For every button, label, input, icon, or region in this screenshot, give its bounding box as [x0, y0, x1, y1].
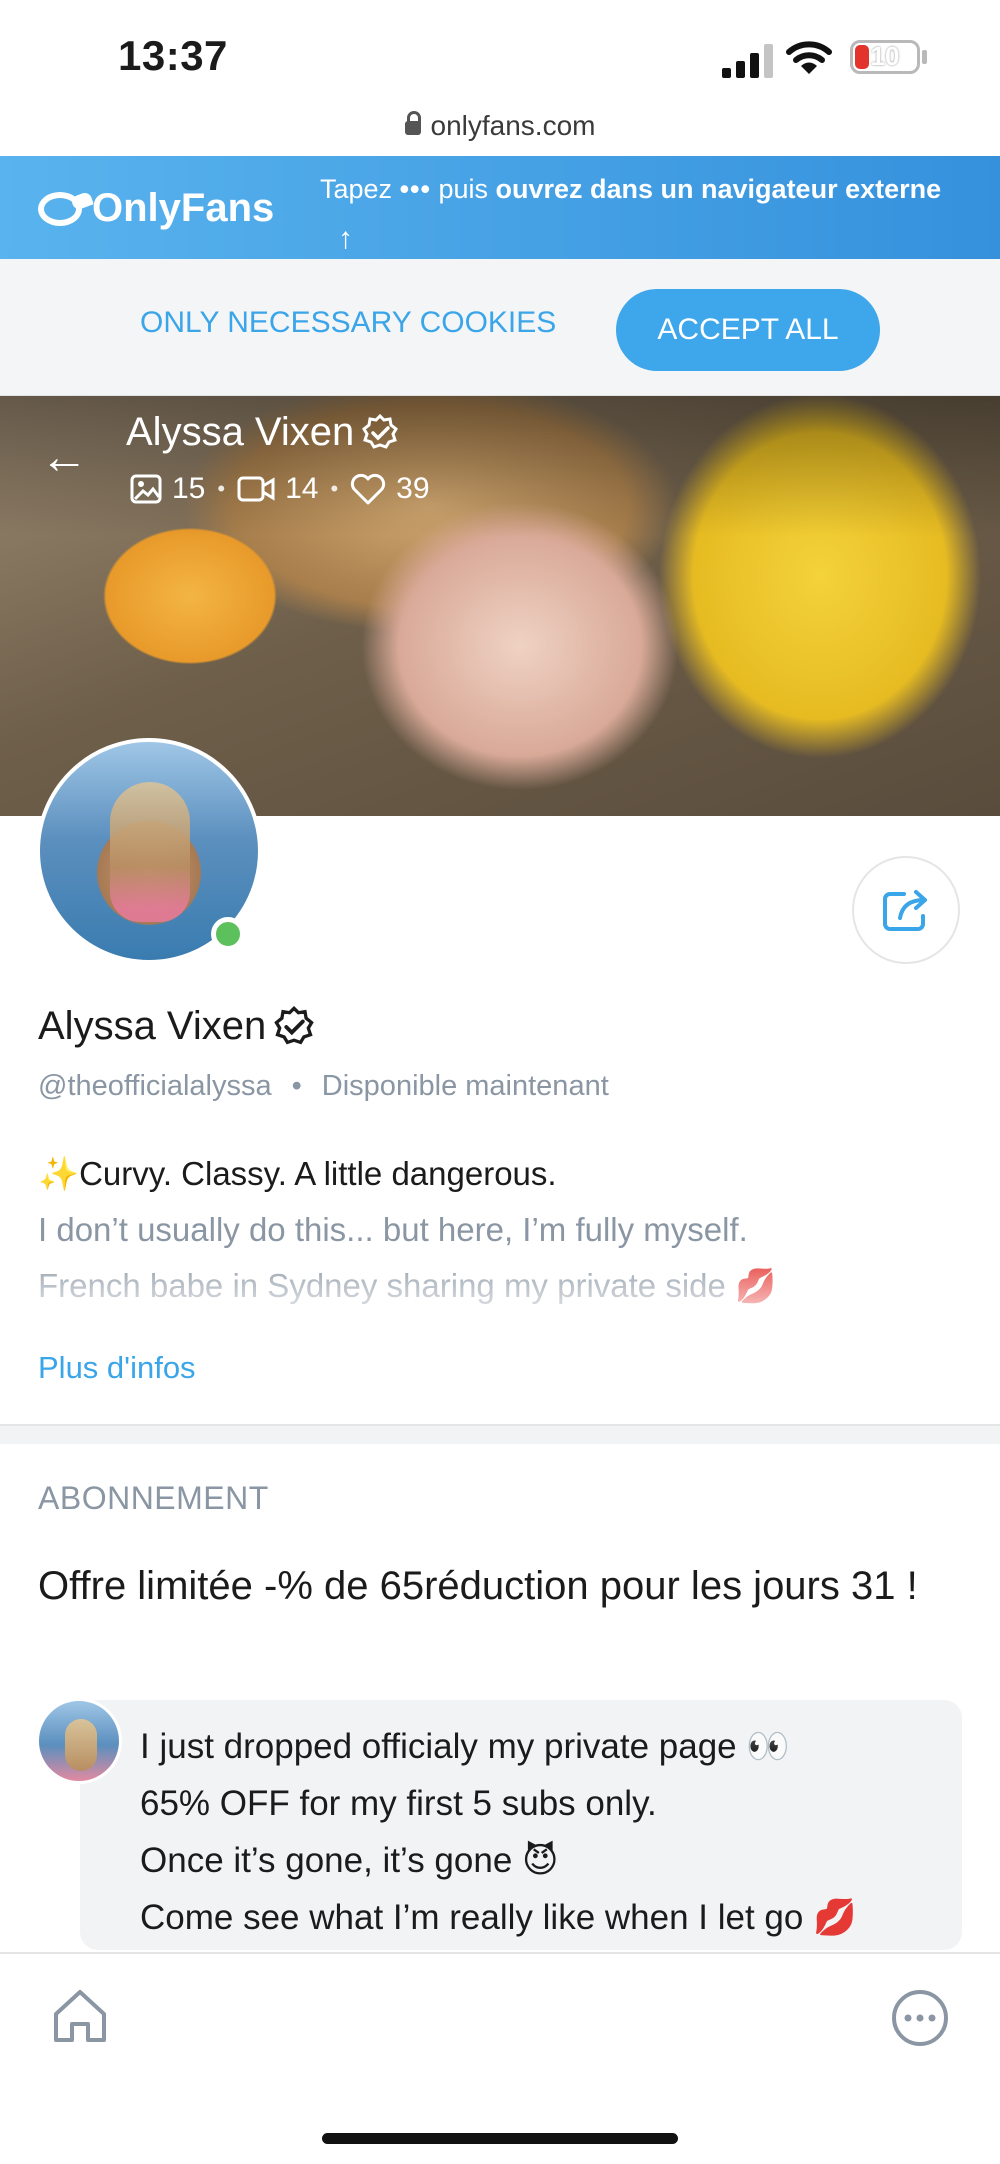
clock: 13:37 [118, 32, 228, 79]
cover-profile-name: Alyssa Vixen [126, 410, 400, 455]
bio-line: French babe in Sydney sharing my private… [38, 1267, 777, 1304]
profile-name: Alyssa Vixen [38, 1004, 316, 1049]
availability-status: Disponible maintenant [321, 1070, 609, 1102]
heart-icon [351, 473, 386, 505]
address-bar[interactable]: onlyfans.com [0, 110, 1000, 156]
site-header: OnlyFans Tapez ••• puis ouvrez dans un n… [0, 156, 1000, 259]
likes-stat: 39 [350, 472, 430, 506]
share-icon [883, 890, 927, 931]
url-text: onlyfans.com [430, 110, 596, 141]
cellular-signal-icon [722, 44, 773, 78]
logo-text: OnlyFans [92, 186, 275, 230]
arrow-up-icon: ↑ [338, 222, 353, 255]
only-necessary-cookies-button[interactable]: ONLY NECESSARY COOKIES [140, 306, 556, 340]
accept-all-button[interactable]: ACCEPT ALL [616, 289, 880, 371]
wifi-icon [786, 41, 832, 74]
battery-icon: 10 [850, 40, 920, 74]
home-icon[interactable] [48, 1984, 112, 2048]
photos-stat: 15 [130, 472, 205, 506]
cover-nav: ← Alyssa Vixen 15 • 14 • 39 [0, 396, 1000, 536]
handle-line: @theofficialalyssa • Disponible maintena… [38, 1070, 609, 1103]
bio-line: ✨Curvy. Classy. A little dangerous. [38, 1155, 557, 1192]
separator: • [291, 1070, 302, 1102]
status-bar: 13:37 10 [0, 0, 1000, 110]
cookie-banner: ONLY NECESSARY COOKIES ACCEPT ALL [0, 259, 1000, 396]
battery-level: 10 [870, 41, 900, 71]
image-icon [130, 474, 162, 504]
open-in-browser-instruction: Tapez ••• puis ouvrez dans un navigateur… [320, 174, 942, 204]
dots-icon: ••• [399, 174, 431, 204]
bio-line: I don’t usually do this... but here, I’m… [38, 1211, 748, 1248]
lock-icon [404, 111, 421, 135]
verified-icon [274, 1005, 315, 1044]
message-line: Come see what I’m really like when I let… [140, 1898, 857, 1937]
section-divider [0, 1424, 1000, 1444]
online-status-dot [211, 917, 245, 951]
offer-title: Offre limitée -% de 65réduction pour les… [38, 1564, 918, 1608]
message-line: I just dropped officialy my private page… [140, 1727, 790, 1766]
share-button[interactable] [852, 856, 960, 964]
more-icon[interactable] [890, 1988, 950, 2048]
offer-message: I just dropped officialy my private page… [80, 1700, 962, 1950]
more-info-link[interactable]: Plus d'infos [38, 1350, 196, 1386]
video-icon [237, 476, 275, 502]
username: @theofficialalyssa [38, 1070, 272, 1102]
videos-stat: 14 [237, 472, 318, 506]
message-line: Once it’s gone, it’s gone 😈 [140, 1841, 559, 1880]
subscription-label: ABONNEMENT [38, 1480, 269, 1516]
cover-stats: 15 • 14 • 39 [130, 472, 430, 506]
home-indicator [322, 2133, 678, 2144]
brand-logo[interactable]: OnlyFans [38, 186, 274, 231]
bio: ✨Curvy. Classy. A little dangerous. I do… [38, 1146, 958, 1322]
message-avatar [36, 1698, 122, 1784]
back-arrow-icon[interactable]: ← [40, 434, 88, 482]
verified-icon [362, 413, 399, 449]
logo-icon [38, 191, 82, 226]
message-line: 65% OFF for my first 5 subs only. [140, 1784, 657, 1823]
